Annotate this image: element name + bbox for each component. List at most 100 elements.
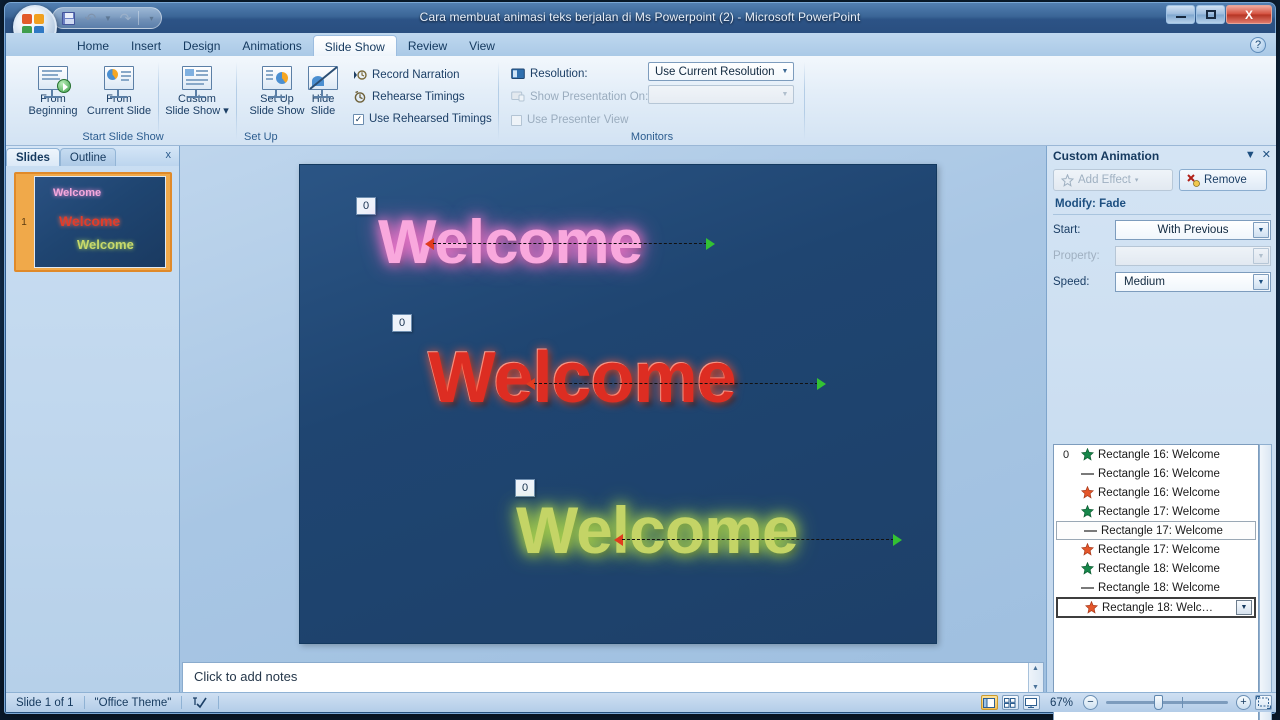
task-pane-title: Custom Animation [1053,149,1160,163]
zoom-slider-thumb[interactable] [1154,695,1163,710]
slide-canvas[interactable]: 0 Welcome 0 Welcome 0 Welcome [299,164,937,644]
set-up-slide-show-label-2: Slide Show [249,105,305,117]
tab-home[interactable]: Home [66,34,120,57]
close-icon[interactable]: ✕ [1262,148,1271,161]
tab-slides[interactable]: Slides [6,148,60,166]
speed-combobox[interactable]: Medium ▼ [1115,272,1271,292]
zoom-slider[interactable] [1106,695,1228,710]
save-button[interactable] [59,9,78,27]
scroll-down-icon[interactable]: ▼ [1032,684,1039,691]
animation-effects-list[interactable]: 0 Rectangle 16: Welcome Rectangle 16: Welc… [1053,444,1259,720]
from-current-slide-label-2: Current Slide [86,105,152,117]
animation-list-item[interactable]: Rectangle 18: Welcome [1054,559,1258,578]
tab-insert[interactable]: Insert [120,34,172,57]
close-button[interactable]: X [1226,5,1272,24]
slide-text-3[interactable]: Welcome [516,492,799,568]
slides-pane: Slides Outline x 1 Welcome Welcome Welco… [6,146,180,694]
animation-list-item[interactable]: Rectangle 16: Welcome [1054,483,1258,502]
tab-animations[interactable]: Animations [231,34,312,57]
tab-outline[interactable]: Outline [59,148,117,166]
minimize-button[interactable] [1166,5,1195,24]
task-pane-menu-icon[interactable]: ▼ [1245,149,1256,161]
task-pane-header-buttons: ▼ ✕ [1245,148,1271,162]
notes-pane[interactable]: Click to add notes ▲ ▼ [182,662,1044,694]
chevron-down-icon[interactable]: ▼ [1253,274,1269,290]
tab-design[interactable]: Design [172,34,231,57]
animation-list-item[interactable]: Rectangle 18: Welc… ▼ [1056,597,1256,618]
animation-list-item[interactable]: Rectangle 18: Welcome [1054,578,1258,597]
chevron-down-icon[interactable]: ▼ [1253,222,1269,238]
undo-button[interactable]: ↶ [81,9,100,27]
slide-show-view-button[interactable] [1022,695,1040,710]
animation-list-item[interactable]: Rectangle 17: Welcome [1054,502,1258,521]
close-slides-pane-button[interactable]: x [166,149,172,161]
normal-view-button[interactable] [980,695,998,710]
slide-sorter-view-button[interactable] [1001,695,1019,710]
maximize-button[interactable] [1196,5,1225,24]
help-icon[interactable]: ? [1250,37,1266,53]
remove-button[interactable]: Remove [1179,169,1267,191]
slide-count-label: Slide 1 of 1 [16,696,74,709]
animation-list-item[interactable]: Rectangle 16: Welcome [1054,464,1258,483]
property-label: Property: [1053,250,1100,262]
animation-sequence-badge-1[interactable]: 0 [356,197,376,215]
from-beginning-button[interactable]: From Beginning [20,62,86,117]
hide-slide-button[interactable]: Hide Slide [300,62,346,117]
tab-view[interactable]: View [458,34,506,57]
group-divider [804,62,805,140]
zoom-level-label: 67% [1049,696,1073,709]
resolution-value: Use Current Resolution [655,65,775,78]
spell-check-icon[interactable] [182,693,218,712]
customize-qat-button[interactable]: ▾ [142,9,161,27]
slide-thumbnail-item[interactable]: 1 Welcome Welcome Welcome [14,172,172,272]
motion-path-1[interactable] [425,238,715,250]
qat-divider [138,11,139,25]
use-rehearsed-timings-checkbox[interactable]: ✓ Use Rehearsed Timings [350,109,495,129]
animation-list-item[interactable]: 0 Rectangle 16: Welcome [1054,445,1258,464]
ribbon-group-set-up: Set Up Slide Show Hide Slide Record Narr… [240,58,498,144]
resolution-combobox[interactable]: Use Current Resolution ▼ [648,62,794,81]
save-icon [62,11,75,25]
animation-list-scrollbar[interactable] [1259,444,1272,720]
resolution-label: Resolution: [530,68,588,80]
animation-item-dropdown-button[interactable]: ▼ [1236,600,1252,615]
tab-slide-show[interactable]: Slide Show [312,35,397,58]
ribbon-tab-bar: Home Insert Design Animations Slide Show… [6,33,1276,58]
motion-path-3[interactable] [614,534,902,546]
zoom-out-button[interactable]: − [1083,695,1098,710]
animation-effect-icon [1076,562,1098,575]
animation-list-item[interactable]: Rectangle 17: Welcome [1054,540,1258,559]
show-presentation-on-combobox: ▼ [648,85,794,104]
record-narration-button[interactable]: Record Narration [350,65,463,85]
animation-item-label: Rectangle 17: Welcome [1101,524,1223,537]
rehearse-timings-button[interactable]: Rehearse Timings [350,87,468,107]
animation-item-label: Rectangle 18: Welcome [1098,581,1220,594]
ribbon-group-start-slide-show: From Beginning From Current Slide Custom… [12,58,234,144]
scroll-up-icon[interactable]: ▲ [1032,665,1039,672]
fit-slide-to-window-button[interactable] [1255,695,1272,710]
slide-thumbnail-preview: Welcome Welcome Welcome [34,176,166,268]
checkbox-checked-icon: ✓ [353,113,364,125]
custom-slide-show-button[interactable]: Custom Slide Show ▾ [164,62,230,117]
chevron-down-icon[interactable]: ▼ [777,63,793,80]
redo-button[interactable]: ↷ [116,9,135,27]
animation-list-item[interactable]: Rectangle 17: Welcome [1056,521,1256,540]
hide-slide-label-2: Slide [310,105,336,117]
zoom-in-button[interactable]: + [1236,695,1251,710]
modify-effect-label: Modify: Fade [1055,198,1126,210]
workspace: Slides Outline x 1 Welcome Welcome Welco… [6,146,1276,720]
animation-sequence-badge-2[interactable]: 0 [392,314,412,332]
from-current-slide-button[interactable]: From Current Slide [86,62,152,117]
notes-scrollbar[interactable]: ▲ ▼ [1028,663,1043,693]
animation-effect-icon [1076,505,1098,518]
start-label: Start: [1053,224,1081,236]
from-current-slide-icon [104,66,134,98]
use-presenter-view-label: Use Presenter View [527,114,629,126]
motion-path-end-arrow-icon [893,534,902,546]
motion-path-2[interactable] [526,378,826,390]
start-combobox[interactable]: With Previous ▼ [1115,220,1271,240]
slide-thumbnail-number: 1 [21,216,27,228]
minimize-icon [1175,16,1186,18]
tab-review[interactable]: Review [397,34,458,57]
undo-dropdown-button[interactable]: ▼ [103,9,113,27]
